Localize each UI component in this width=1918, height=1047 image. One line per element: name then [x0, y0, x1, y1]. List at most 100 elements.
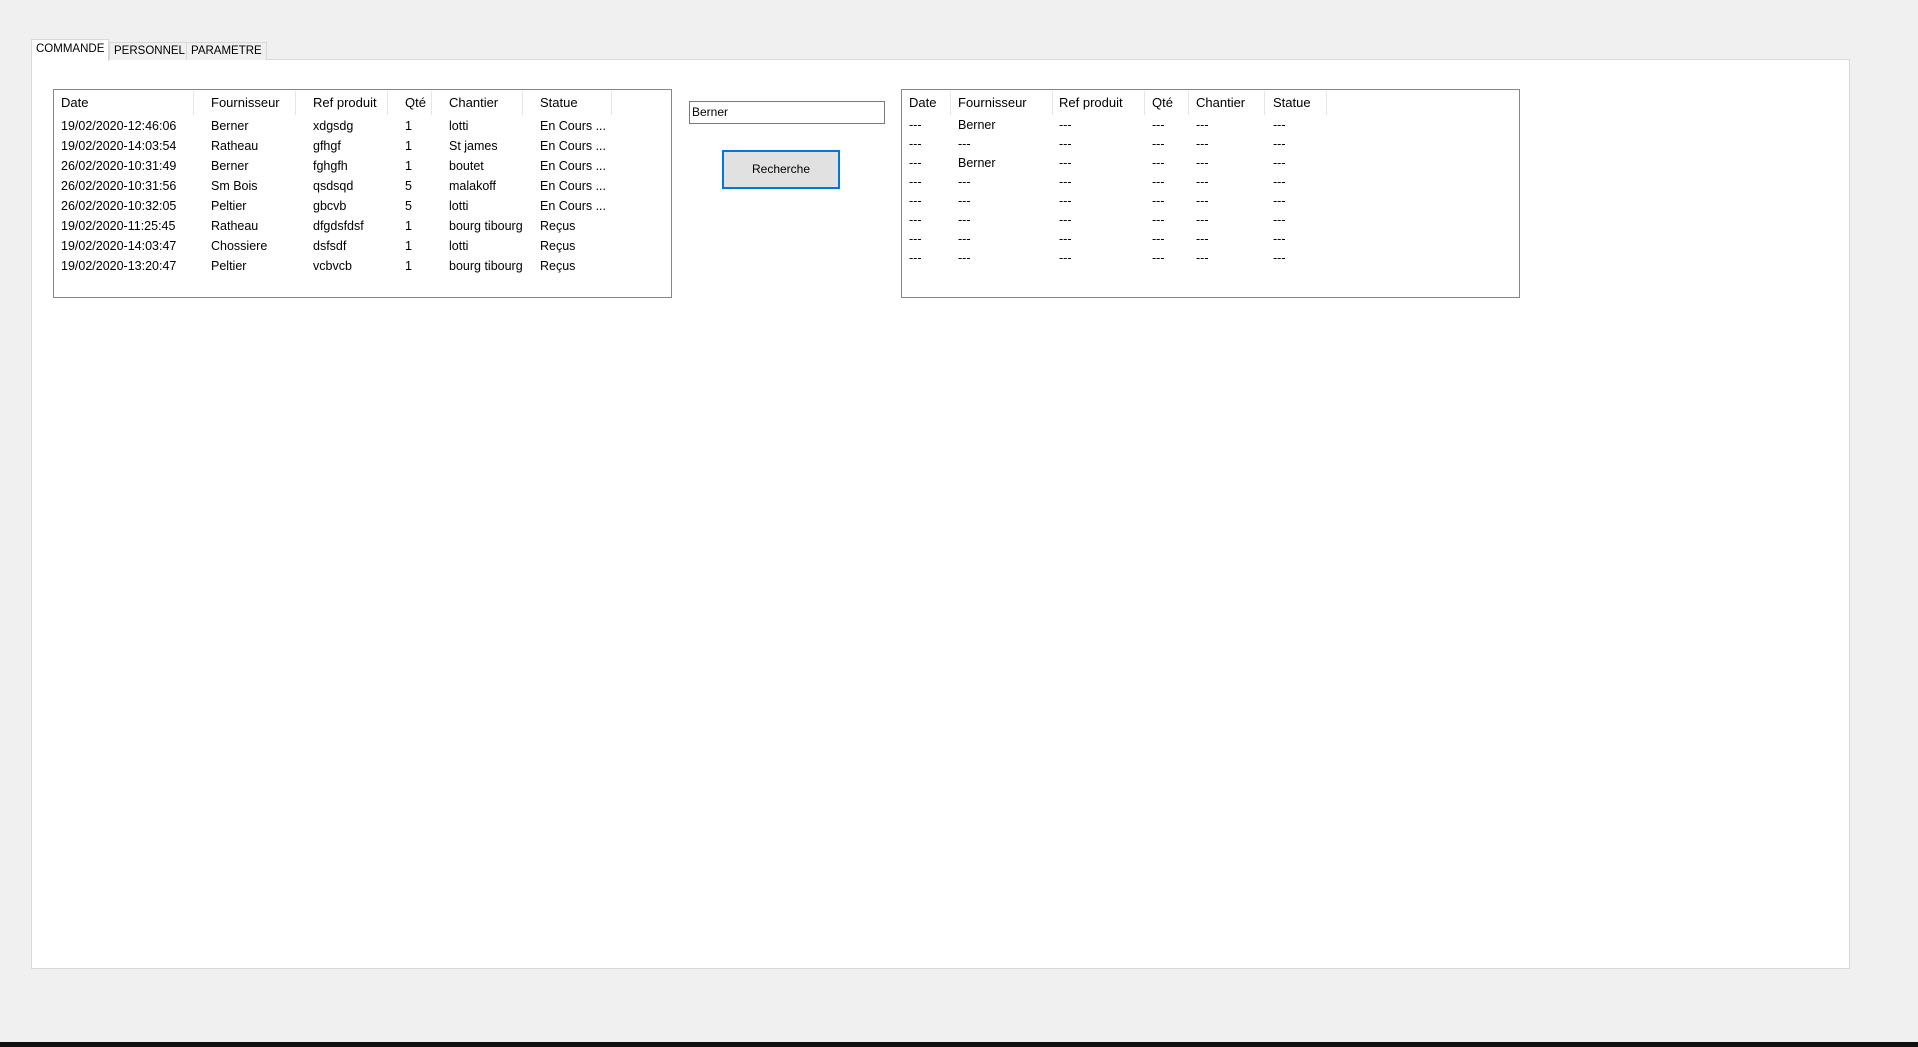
table-cell: ---: [909, 137, 922, 151]
table-cell: Berner: [958, 118, 996, 132]
table-cell: 19/02/2020-13:20:47: [61, 259, 177, 273]
table-cell: ---: [1273, 137, 1286, 151]
column-header[interactable]: Statue: [540, 90, 578, 116]
column-header[interactable]: Statue: [1273, 90, 1311, 116]
column-divider[interactable]: [295, 91, 296, 115]
column-header[interactable]: Chantier: [1196, 90, 1245, 116]
table-cell: ---: [1059, 194, 1072, 208]
table-cell: 1: [405, 119, 412, 133]
table-row[interactable]: --- --- --- --- --- ---: [902, 249, 1519, 268]
table-cell: 1: [405, 219, 412, 233]
table-row[interactable]: 19/02/2020-14:03:54 Ratheau gfhgf 1 St james…: [54, 136, 671, 156]
column-divider[interactable]: [387, 91, 388, 115]
column-divider[interactable]: [522, 91, 523, 115]
table-cell: fghgfh: [313, 159, 348, 173]
column-header[interactable]: Ref produit: [313, 90, 377, 116]
table-cell: lotti: [449, 199, 469, 213]
column-divider[interactable]: [1326, 91, 1327, 115]
tab-personnel[interactable]: PERSONNEL: [109, 42, 190, 60]
table-cell: En Cours ...: [540, 119, 606, 133]
column-header[interactable]: Date: [909, 90, 936, 116]
column-header[interactable]: Qté: [1152, 90, 1173, 116]
tab-commande[interactable]: COMMANDE: [31, 39, 110, 61]
table-row[interactable]: 26/02/2020-10:32:05 Peltier gbcvb 5 lotti En …: [54, 196, 671, 216]
table-row[interactable]: --- --- --- --- --- ---: [902, 230, 1519, 249]
table-cell: ---: [1059, 213, 1072, 227]
column-header[interactable]: Fournisseur: [958, 90, 1027, 116]
table-cell: En Cours ...: [540, 179, 606, 193]
search-button[interactable]: Recherche: [722, 150, 840, 189]
table-cell: ---: [1273, 251, 1286, 265]
table-row[interactable]: --- --- --- --- --- ---: [902, 211, 1519, 230]
table-cell: 19/02/2020-11:25:45: [61, 219, 176, 233]
results-list[interactable]: Date Fournisseur Ref produit Qté Chantier Sta…: [901, 89, 1520, 298]
table-cell: ---: [909, 118, 922, 132]
table-cell: ---: [1152, 175, 1165, 189]
table-cell: ---: [1273, 213, 1286, 227]
table-cell: ---: [958, 251, 971, 265]
column-divider[interactable]: [1188, 91, 1189, 115]
table-cell: ---: [1273, 118, 1286, 132]
table-cell: ---: [1152, 156, 1165, 170]
table-cell: gbcvb: [313, 199, 347, 213]
table-cell: Sm Bois: [211, 179, 258, 193]
table-cell: malakoff: [449, 179, 497, 193]
table-cell: 1: [405, 259, 412, 273]
table-cell: ---: [958, 213, 971, 227]
table-cell: Peltier: [211, 259, 247, 273]
column-divider[interactable]: [950, 91, 951, 115]
column-divider[interactable]: [611, 91, 612, 115]
table-cell: dfgdsfdsf: [313, 219, 364, 233]
table-row[interactable]: 19/02/2020-13:20:47 Peltier vcbvcb 1 bourg t…: [54, 256, 671, 276]
table-cell: boutet: [449, 159, 484, 173]
table-cell: En Cours ...: [540, 159, 606, 173]
table-row[interactable]: 19/02/2020-14:03:47 Chossiere dsfsdf 1 lotti…: [54, 236, 671, 256]
table-cell: vcbvcb: [313, 259, 352, 273]
table-cell: ---: [909, 156, 922, 170]
search-input[interactable]: [689, 101, 885, 124]
column-header[interactable]: Chantier: [449, 90, 498, 116]
column-divider[interactable]: [431, 91, 432, 115]
table-cell: ---: [1152, 137, 1165, 151]
table-cell: 1: [405, 139, 412, 153]
table-cell: dsfsdf: [313, 239, 347, 253]
table-cell: ---: [1196, 213, 1209, 227]
table-cell: ---: [1273, 175, 1286, 189]
column-divider[interactable]: [193, 91, 194, 115]
column-header[interactable]: Fournisseur: [211, 90, 280, 116]
column-header[interactable]: Qté: [405, 90, 426, 116]
table-cell: ---: [958, 194, 971, 208]
table-cell: ---: [1059, 118, 1072, 132]
table-cell: xdgsdg: [313, 119, 354, 133]
table-row[interactable]: --- Berner --- --- --- ---: [902, 154, 1519, 173]
table-cell: lotti: [449, 239, 469, 253]
table-row[interactable]: --- --- --- --- --- ---: [902, 173, 1519, 192]
column-divider[interactable]: [1052, 91, 1053, 115]
column-header[interactable]: Date: [61, 90, 88, 116]
column-divider[interactable]: [1264, 91, 1265, 115]
table-cell: Berner: [958, 156, 996, 170]
table-cell: Ratheau: [211, 139, 259, 153]
table-cell: ---: [1196, 137, 1209, 151]
table-cell: Reçus: [540, 259, 576, 273]
table-row[interactable]: 19/02/2020-11:25:45 Ratheau dfgdsfdsf 1 bour…: [54, 216, 671, 236]
table-cell: ---: [1152, 232, 1165, 246]
table-cell: ---: [1152, 118, 1165, 132]
table-cell: 26/02/2020-10:31:49: [61, 159, 177, 173]
table-cell: ---: [1273, 194, 1286, 208]
table-cell: Berner: [211, 119, 249, 133]
table-cell: 1: [405, 239, 412, 253]
table-cell: ---: [1059, 137, 1072, 151]
table-row[interactable]: --- --- --- --- --- ---: [902, 192, 1519, 211]
table-row[interactable]: 19/02/2020-12:46:06 Berner xdgsdg 1 lotti En …: [54, 116, 671, 136]
table-row[interactable]: --- --- --- --- --- ---: [902, 135, 1519, 154]
table-row[interactable]: --- Berner --- --- --- ---: [902, 116, 1519, 135]
orders-list[interactable]: Date Fournisseur Ref produit Qté Chantier Sta…: [53, 89, 672, 298]
table-row[interactable]: 26/02/2020-10:31:56 Sm Bois qsdsqd 5 malakof…: [54, 176, 671, 196]
tab-parametre[interactable]: PARAMETRE: [186, 42, 267, 60]
column-divider[interactable]: [1144, 91, 1145, 115]
table-cell: Chossiere: [211, 239, 268, 253]
column-header[interactable]: Ref produit: [1059, 90, 1123, 116]
table-cell: En Cours ...: [540, 139, 606, 153]
table-row[interactable]: 26/02/2020-10:31:49 Berner fghgfh 1 boutet En…: [54, 156, 671, 176]
